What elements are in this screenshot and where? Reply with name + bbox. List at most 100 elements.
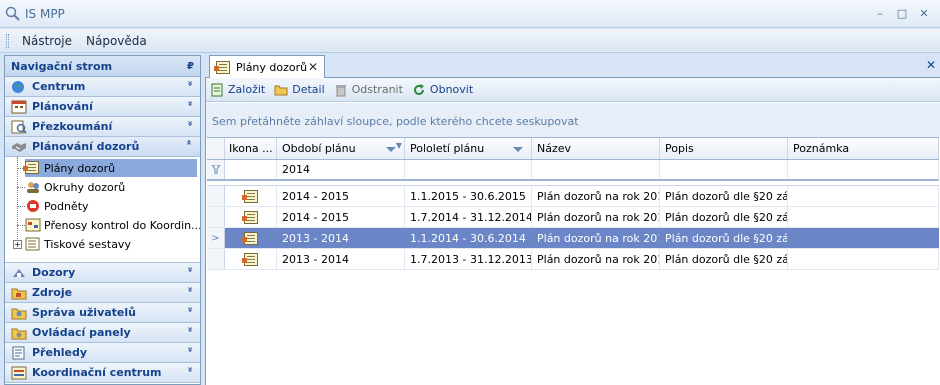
filter-cell-note[interactable]: [788, 160, 939, 179]
expand-toggle[interactable]: +: [13, 240, 22, 249]
delete-button[interactable]: Odstranit: [334, 83, 403, 97]
tree-item-okruhy-dozoru[interactable]: Okruhy dozorů: [25, 178, 125, 196]
alert-icon: [25, 199, 41, 213]
plan-document-icon: [214, 60, 232, 75]
cell-description: Plán dozorů dle §20 zá...: [660, 207, 788, 227]
cell-name: Plán dozorů na rok 2015: [532, 186, 660, 206]
column-header-description[interactable]: Popis: [660, 138, 788, 159]
filter-cell-name[interactable]: [532, 160, 660, 179]
nav-group-centrum[interactable]: Centrum »: [5, 77, 200, 97]
plan-document-icon: [241, 210, 258, 224]
sort-descending-icon: [513, 147, 523, 152]
report-icon: [25, 237, 41, 251]
cell-half-year: 1.1.2015 - 30.6.2015: [405, 186, 532, 206]
cell-period: 2014 - 2015: [277, 207, 405, 227]
row-indicator: [207, 249, 225, 269]
cell-note: [788, 186, 939, 206]
pin-icon[interactable]: ₽: [187, 61, 194, 72]
nav-group-koordinacni-centrum[interactable]: Koordinační centrum »: [5, 363, 200, 383]
header-indicator: [207, 138, 225, 159]
nav-group-label: Správa uživatelů: [32, 306, 136, 319]
column-header-note[interactable]: Poznámka: [788, 138, 939, 159]
filter-icon[interactable]: ▼: [396, 141, 402, 150]
people-icon: [25, 180, 41, 194]
filter-cell-period[interactable]: 2014: [277, 160, 405, 179]
tree-item-podnety[interactable]: Podněty: [25, 197, 89, 215]
navigation-header: Navigační strom ₽: [5, 56, 200, 77]
sort-descending-icon: [386, 147, 396, 152]
table-row-selected[interactable]: > 2013 - 2014 1.1.2014 - 30.6.2014 Plán …: [207, 228, 939, 249]
new-document-icon: [210, 83, 224, 97]
tree-item-plany-dozoru[interactable]: Plány dozorů: [23, 159, 197, 177]
filter-row-icon: [207, 160, 225, 179]
refresh-label: Obnovit: [429, 83, 474, 96]
tree-item-prenosy-kontrol[interactable]: Přenosy kontrol do Koordin...: [25, 216, 201, 234]
close-window-button[interactable]: ✕: [914, 4, 934, 22]
filter-cell-description[interactable]: [660, 160, 788, 179]
row-icon-cell: [225, 249, 277, 269]
close-tab-icon[interactable]: ✕: [308, 60, 318, 74]
open-folder-icon: [274, 83, 288, 97]
column-header-half-year[interactable]: Pololetí plánu: [405, 138, 532, 159]
filter-cell-half-year[interactable]: [405, 160, 532, 179]
filter-row: 2014: [207, 160, 939, 181]
column-header-icon[interactable]: Ikona ...: [225, 138, 277, 159]
chevron-down-icon: »: [184, 346, 195, 352]
row-icon-cell: [225, 228, 277, 248]
cell-note: [788, 249, 939, 269]
calendar-icon: [11, 100, 27, 114]
create-button[interactable]: Založit: [210, 83, 265, 97]
menu-help[interactable]: Nápověda: [79, 34, 154, 48]
overview-icon: [11, 346, 27, 360]
tree-item-tiskove-sestavy[interactable]: Tiskové sestavy: [25, 235, 131, 253]
menu-bar: Nástroje Nápověda: [0, 29, 940, 53]
nav-group-prezkoumani[interactable]: Přezkoumání »: [5, 117, 200, 137]
chevron-down-icon: »: [184, 326, 195, 332]
maximize-button[interactable]: □: [892, 4, 912, 22]
nav-group-label: Přezkoumání: [32, 120, 113, 133]
row-indicator: [207, 186, 225, 206]
table-row[interactable]: 2013 - 2014 1.7.2013 - 31.12.2013 Plán d…: [207, 249, 939, 270]
delete-label: Odstranit: [351, 83, 403, 96]
nav-group-planovani-dozoru[interactable]: Plánování dozorů »: [5, 137, 200, 157]
cell-half-year: 1.1.2014 - 30.6.2014: [405, 228, 532, 248]
minimize-button[interactable]: –: [870, 4, 890, 22]
nav-group-planovani[interactable]: Plánování »: [5, 97, 200, 117]
chevron-down-icon: »: [184, 80, 195, 86]
transfer-icon: [25, 218, 41, 232]
group-by-panel[interactable]: Sem přetáhněte záhlaví sloupce, podle kt…: [206, 103, 940, 138]
cell-name: Plán dozorů na rok 2014: [532, 249, 660, 269]
refresh-button[interactable]: Obnovit: [412, 83, 473, 97]
nav-tree: Plány dozorů Okruhy dozorů Podněty Přeno…: [5, 157, 200, 263]
nav-group-dozory[interactable]: Dozory »: [5, 263, 200, 283]
nav-group-sprava-uzivatelu[interactable]: Správa uživatelů »: [5, 303, 200, 323]
detail-label: Detail: [292, 83, 325, 96]
nav-group-label: Plánování dozorů: [32, 140, 140, 153]
nav-group-prehledy[interactable]: Přehledy »: [5, 343, 200, 363]
close-document-icon[interactable]: ✕: [926, 58, 936, 72]
tree-item-label: Tiskové sestavy: [44, 237, 131, 251]
chevron-down-icon: »: [184, 100, 195, 106]
coordination-icon: [11, 366, 27, 380]
handshake-icon: [11, 140, 27, 154]
detail-button[interactable]: Detail: [274, 83, 325, 97]
tab-strip: Plány dozorů ✕ ✕: [205, 55, 940, 79]
nav-group-ovladaci-panely[interactable]: Ovládací panely »: [5, 323, 200, 343]
table-row[interactable]: 2014 - 2015 1.1.2015 - 30.6.2015 Plán do…: [207, 186, 939, 207]
table-row[interactable]: 2014 - 2015 1.7.2014 - 31.12.2014 Plán d…: [207, 207, 939, 228]
chevron-up-icon: »: [184, 140, 195, 146]
filter-cell-icon[interactable]: [225, 160, 277, 179]
inspection-icon: [11, 266, 27, 280]
menu-tools[interactable]: Nástroje: [15, 34, 79, 48]
nav-group-label: Zdroje: [32, 286, 73, 299]
grid-header: Ikona ... Období plánu ▼ Pololetí plánu …: [207, 137, 939, 160]
window-title: IS MPP: [25, 6, 65, 21]
tree-item-label: Plány dozorů: [44, 161, 116, 175]
nav-group-zdroje[interactable]: Zdroje »: [5, 283, 200, 303]
column-header-period[interactable]: Období plánu ▼: [277, 138, 405, 159]
cell-period: 2013 - 2014: [277, 228, 405, 248]
column-header-name[interactable]: Název: [532, 138, 660, 159]
tab-plany-dozoru[interactable]: Plány dozorů ✕: [209, 55, 325, 79]
nav-group-label: Plánování: [32, 100, 93, 113]
tree-item-label: Přenosy kontrol do Koordin...: [44, 218, 201, 232]
